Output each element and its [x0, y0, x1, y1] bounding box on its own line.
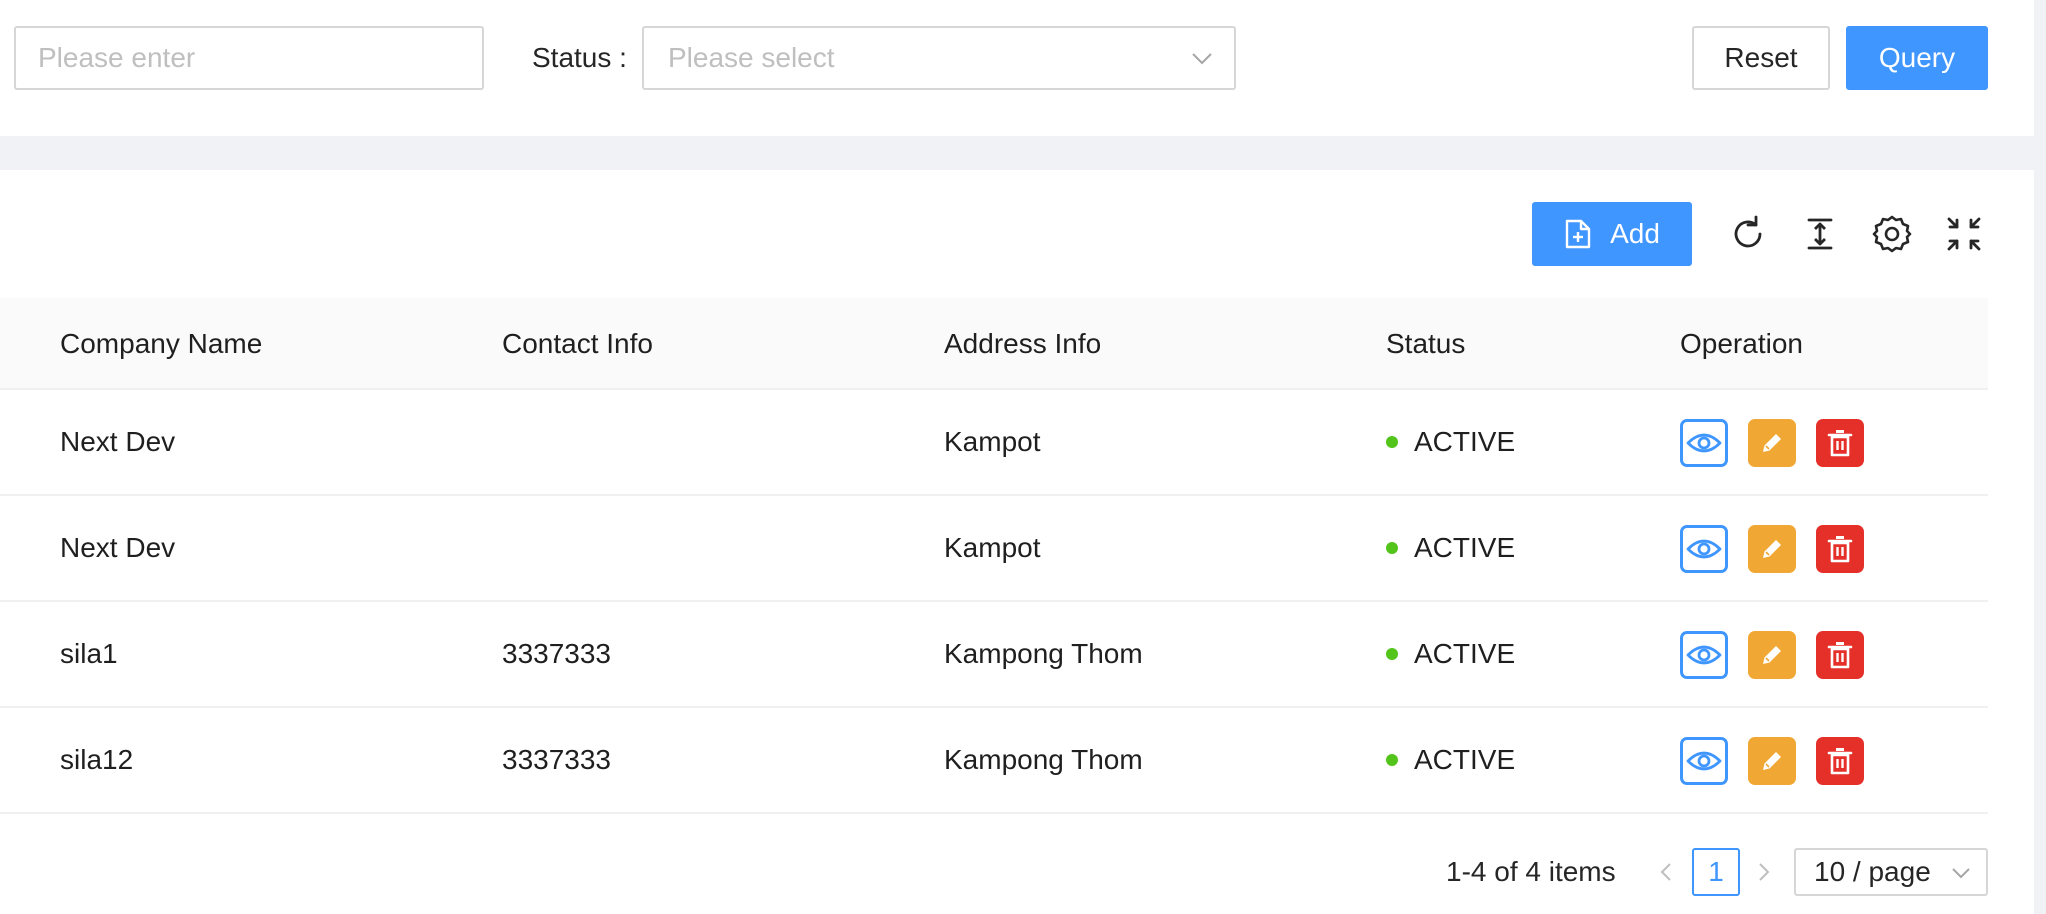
address-info-cell: Kampot: [944, 532, 1041, 563]
setting-icon[interactable]: [1872, 214, 1912, 254]
operation-cell: [1680, 737, 1864, 785]
column-height-icon[interactable]: [1800, 214, 1840, 254]
status-text: ACTIVE: [1414, 532, 1516, 563]
reload-icon[interactable]: [1728, 214, 1768, 254]
address-info-cell: Kampong Thom: [944, 744, 1143, 775]
eye-icon: [1686, 539, 1722, 559]
pencil-icon: [1763, 540, 1781, 558]
pagination-page-1[interactable]: 1: [1692, 848, 1740, 896]
contact-info-cell: 3337333: [502, 638, 612, 669]
delete-button[interactable]: [1816, 419, 1864, 467]
keyword-input[interactable]: [14, 26, 484, 90]
column-header-status: Status: [1386, 328, 1466, 359]
chevron-down-icon: [1952, 868, 1970, 879]
table-body: Next Dev Kampot ACTIVE Next Dev Kampot A…: [0, 390, 1988, 814]
company-name-cell: Next Dev: [60, 426, 176, 457]
company-table: Company Name Contact Info Address Info S…: [0, 298, 1988, 814]
pencil-icon: [1763, 752, 1781, 770]
column-header-operation: Operation: [1680, 328, 1803, 359]
table-row: sila1 3337333 Kampong Thom ACTIVE: [0, 602, 1988, 708]
file-add-icon: [1565, 219, 1591, 249]
edit-button[interactable]: [1748, 525, 1796, 573]
status-cell: ACTIVE: [1386, 602, 1515, 706]
operation-cell: [1680, 419, 1864, 467]
eye-icon: [1686, 433, 1722, 453]
trash-icon: [1827, 748, 1853, 775]
edit-button[interactable]: [1748, 419, 1796, 467]
status-text: ACTIVE: [1414, 744, 1516, 775]
status-cell: ACTIVE: [1386, 708, 1515, 812]
pencil-icon: [1763, 434, 1781, 452]
fullscreen-icon[interactable]: [1944, 214, 1984, 254]
column-header-address-info: Address Info: [944, 328, 1102, 359]
edit-button[interactable]: [1748, 631, 1796, 679]
table-header: Company Name Contact Info Address Info S…: [0, 298, 1988, 390]
status-cell: ACTIVE: [1386, 390, 1515, 494]
page-size-value: 10 / page: [1814, 856, 1931, 887]
trash-icon: [1827, 430, 1853, 457]
company-name-cell: Next Dev: [60, 532, 176, 563]
status-dot-icon: [1386, 754, 1398, 766]
trash-icon: [1827, 536, 1853, 563]
operation-cell: [1680, 525, 1864, 573]
status-select[interactable]: Please select: [642, 26, 1236, 90]
column-header-company-name: Company Name: [60, 328, 263, 359]
view-button[interactable]: [1680, 631, 1728, 679]
status-dot-icon: [1386, 648, 1398, 660]
status-dot-icon: [1386, 436, 1398, 448]
status-dot-icon: [1386, 542, 1398, 554]
status-select-placeholder: Please select: [668, 42, 835, 73]
pencil-icon: [1763, 646, 1781, 664]
reset-button[interactable]: Reset: [1692, 26, 1830, 90]
eye-icon: [1686, 751, 1722, 771]
add-button[interactable]: Add: [1532, 202, 1692, 266]
search-panel: Status : Please select Reset Query: [0, 0, 2034, 136]
view-button[interactable]: [1680, 525, 1728, 573]
delete-button[interactable]: [1816, 737, 1864, 785]
delete-button[interactable]: [1816, 525, 1864, 573]
company-name-cell: sila12: [60, 744, 134, 775]
trash-icon: [1827, 642, 1853, 669]
status-text: ACTIVE: [1414, 426, 1516, 457]
column-header-contact-info: Contact Info: [502, 328, 653, 359]
query-button[interactable]: Query: [1846, 26, 1988, 90]
add-button-label: Add: [1610, 218, 1660, 249]
contact-info-cell: 3337333: [502, 744, 612, 775]
view-button[interactable]: [1680, 419, 1728, 467]
status-text: ACTIVE: [1414, 638, 1516, 669]
table-row: Next Dev Kampot ACTIVE: [0, 496, 1988, 602]
address-info-cell: Kampot: [944, 426, 1041, 457]
page-edge: [2034, 0, 2046, 914]
pagination-total: 1-4 of 4 items: [1446, 856, 1616, 887]
status-filter-label: Status :: [532, 42, 627, 73]
edit-button[interactable]: [1748, 737, 1796, 785]
table-row: sila12 3337333 Kampong Thom ACTIVE: [0, 708, 1988, 814]
chevron-left-icon[interactable]: [1654, 860, 1678, 884]
address-info-cell: Kampong Thom: [944, 638, 1143, 669]
chevron-right-icon[interactable]: [1752, 860, 1776, 884]
eye-icon: [1686, 645, 1722, 665]
page-size-select[interactable]: 10 / page: [1794, 848, 1988, 896]
status-cell: ACTIVE: [1386, 496, 1515, 600]
operation-cell: [1680, 631, 1864, 679]
section-divider: [0, 136, 2034, 170]
company-name-cell: sila1: [60, 638, 118, 669]
table-row: Next Dev Kampot ACTIVE: [0, 390, 1988, 496]
chevron-down-icon: [1192, 53, 1212, 65]
view-button[interactable]: [1680, 737, 1728, 785]
delete-button[interactable]: [1816, 631, 1864, 679]
